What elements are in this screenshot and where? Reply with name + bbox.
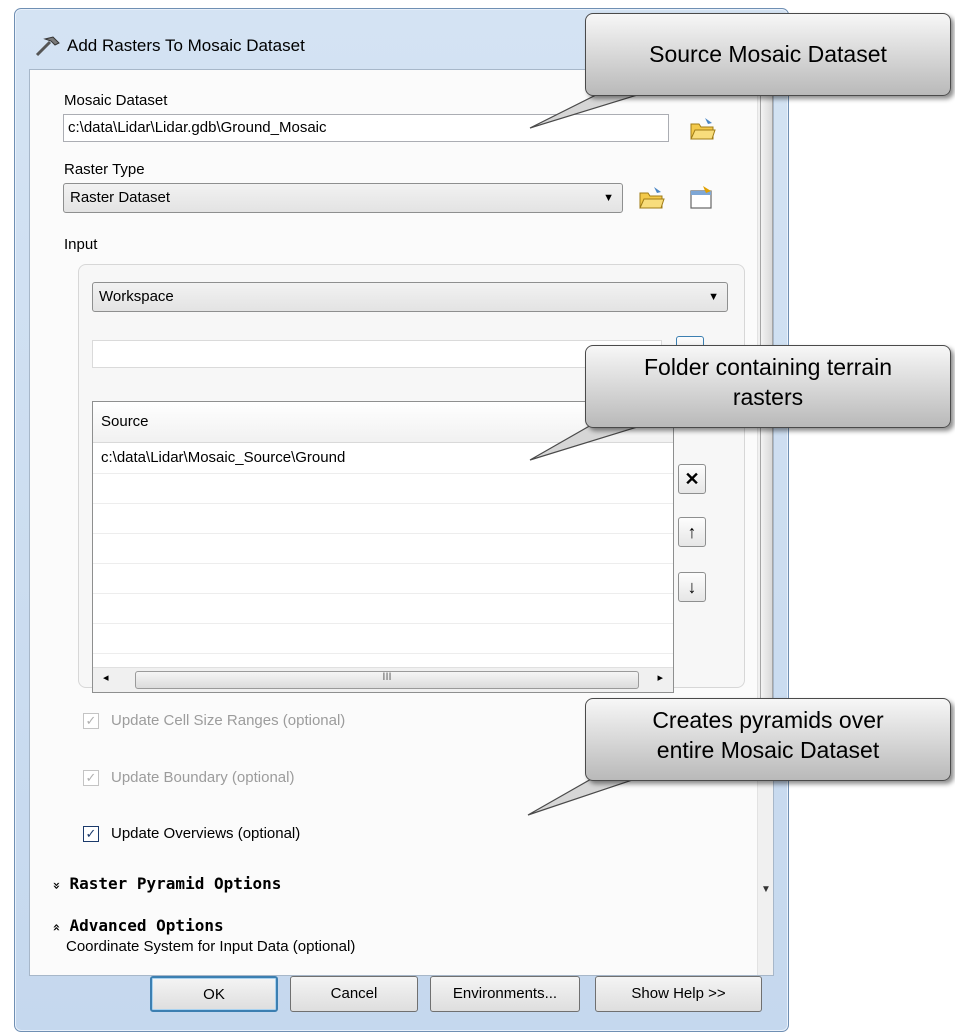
callout-pointers <box>527 87 661 816</box>
folder-callout-line1: Folder containing terrain <box>643 354 893 380</box>
source-callout: Source Mosaic Dataset <box>585 13 951 96</box>
pyramids-callout-line2: entire Mosaic Dataset <box>656 737 880 763</box>
pyramids-callout: Creates pyramids over entire Mosaic Data… <box>585 698 951 781</box>
pyramids-callout-line1: Creates pyramids over <box>652 707 884 733</box>
folder-callout: Folder containing terrain rasters <box>585 345 951 428</box>
source-callout-text: Source Mosaic Dataset <box>649 41 887 67</box>
folder-callout-line2: rasters <box>732 384 804 410</box>
